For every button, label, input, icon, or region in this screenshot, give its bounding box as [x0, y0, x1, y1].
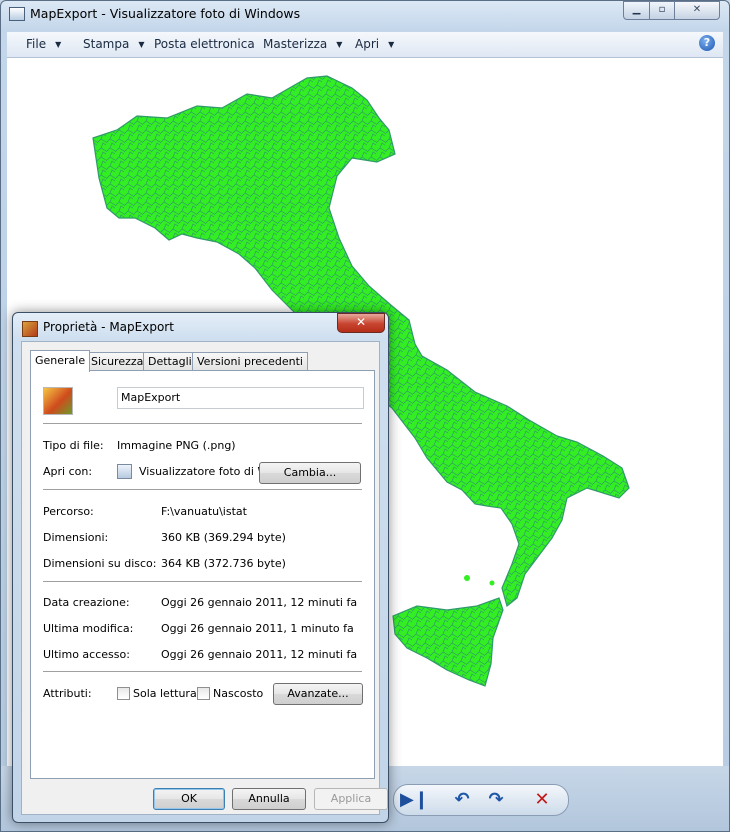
file-thumbnail-icon — [43, 387, 73, 415]
file-name-field[interactable]: MapExport — [117, 387, 364, 409]
delete-icon[interactable]: ✕ — [530, 788, 554, 812]
menu-open[interactable]: Apri ▼ — [355, 37, 394, 51]
properties-dialog: Proprietà - MapExport ✕ Generale Sicurez… — [12, 312, 389, 823]
hidden-checkbox[interactable] — [197, 687, 210, 700]
separator — [43, 423, 362, 424]
dropdown-arrow-icon: ▼ — [55, 40, 62, 49]
island-dot — [489, 580, 495, 586]
file-type-label: Tipo di file: — [43, 439, 104, 452]
attributes-label: Attributi: — [43, 687, 92, 700]
size-value: 360 KB (369.294 byte) — [161, 531, 286, 544]
accessed-value: Oggi 26 gennaio 2011, 12 minuti fa — [161, 648, 358, 661]
menu-burn-label: Masterizza — [263, 37, 328, 51]
path-label: Percorso: — [43, 505, 94, 518]
accessed-label: Ultimo accesso: — [43, 648, 130, 661]
modified-label: Ultima modifica: — [43, 622, 134, 635]
dropdown-arrow-icon: ▼ — [138, 40, 145, 49]
viewer-title: MapExport - Visualizzatore foto di Windo… — [30, 6, 301, 21]
menu-email-label: Posta elettronica — [154, 37, 255, 51]
menu-file-label: File — [26, 37, 47, 51]
tab-previous-versions[interactable]: Versioni precedenti — [192, 352, 308, 371]
separator — [43, 489, 362, 490]
ok-button[interactable]: OK — [153, 788, 225, 810]
general-tab-panel: MapExport Tipo di file: Immagine PNG (.p… — [30, 370, 375, 779]
menu-print-label: Stampa — [83, 37, 130, 51]
modified-value: Oggi 26 gennaio 2011, 1 minuto fa — [161, 622, 354, 635]
menu-email[interactable]: Posta elettronica — [154, 37, 255, 51]
readonly-label: Sola lettura — [133, 687, 197, 700]
created-label: Data creazione: — [43, 596, 130, 609]
change-button[interactable]: Cambia... — [259, 462, 361, 484]
dropdown-arrow-icon: ▼ — [336, 40, 343, 49]
island-dot — [464, 575, 470, 581]
advanced-button[interactable]: Avanzate... — [273, 683, 363, 705]
menu-open-label: Apri — [355, 37, 380, 51]
open-with-value: Visualizzatore foto di Wi — [139, 465, 272, 478]
dropdown-arrow-icon: ▼ — [388, 40, 395, 49]
maximize-button[interactable]: ▫ — [649, 1, 675, 20]
separator — [43, 581, 362, 582]
menu-burn[interactable]: Masterizza ▼ — [263, 37, 342, 51]
separator — [43, 671, 362, 672]
png-file-icon — [22, 321, 38, 337]
dialog-close-button[interactable]: ✕ — [337, 313, 385, 333]
disk-size-value: 364 KB (372.736 byte) — [161, 557, 286, 570]
file-type-value: Immagine PNG (.png) — [117, 439, 236, 452]
menu-file[interactable]: File ▼ — [26, 37, 61, 51]
created-value: Oggi 26 gennaio 2011, 12 minuti fa — [161, 596, 358, 609]
viewer-titlebar[interactable]: MapExport - Visualizzatore foto di Windo… — [1, 1, 729, 28]
open-with-label: Apri con: — [43, 465, 93, 478]
help-icon[interactable]: ? — [699, 35, 715, 51]
viewer-menubar: File ▼ Stampa ▼ Posta elettronica Masteriz… — [7, 32, 723, 58]
rotate-right-icon[interactable]: ↷ — [484, 788, 508, 812]
next-image-icon[interactable]: ▶❙ — [400, 788, 429, 812]
dialog-client-area: Generale Sicurezza Dettagli Versioni pre… — [21, 341, 388, 815]
readonly-checkbox[interactable] — [117, 687, 130, 700]
apply-button[interactable]: Applica — [314, 788, 388, 810]
sicily-shape — [392, 597, 504, 687]
rotate-left-icon[interactable]: ↶ — [450, 788, 474, 812]
photo-viewer-icon — [117, 464, 132, 479]
disk-size-label: Dimensioni su disco: — [43, 557, 157, 570]
photo-viewer-app-icon — [9, 7, 25, 21]
navigation-controls: ▶❙ ↶ ↷ ✕ — [393, 784, 569, 816]
tab-general[interactable]: Generale — [30, 350, 91, 372]
minimize-button[interactable]: ▁ — [623, 1, 650, 20]
tab-details[interactable]: Dettagli — [143, 352, 197, 371]
path-value: F:\vanuatu\istat — [161, 505, 247, 518]
close-window-button[interactable]: ✕ — [674, 1, 720, 20]
dialog-title: Proprietà - MapExport — [43, 320, 174, 334]
size-label: Dimensioni: — [43, 531, 109, 544]
menu-print[interactable]: Stampa ▼ — [83, 37, 145, 51]
tab-security[interactable]: Sicurezza — [86, 352, 149, 371]
cancel-button[interactable]: Annulla — [232, 788, 306, 810]
hidden-label: Nascosto — [213, 687, 264, 700]
